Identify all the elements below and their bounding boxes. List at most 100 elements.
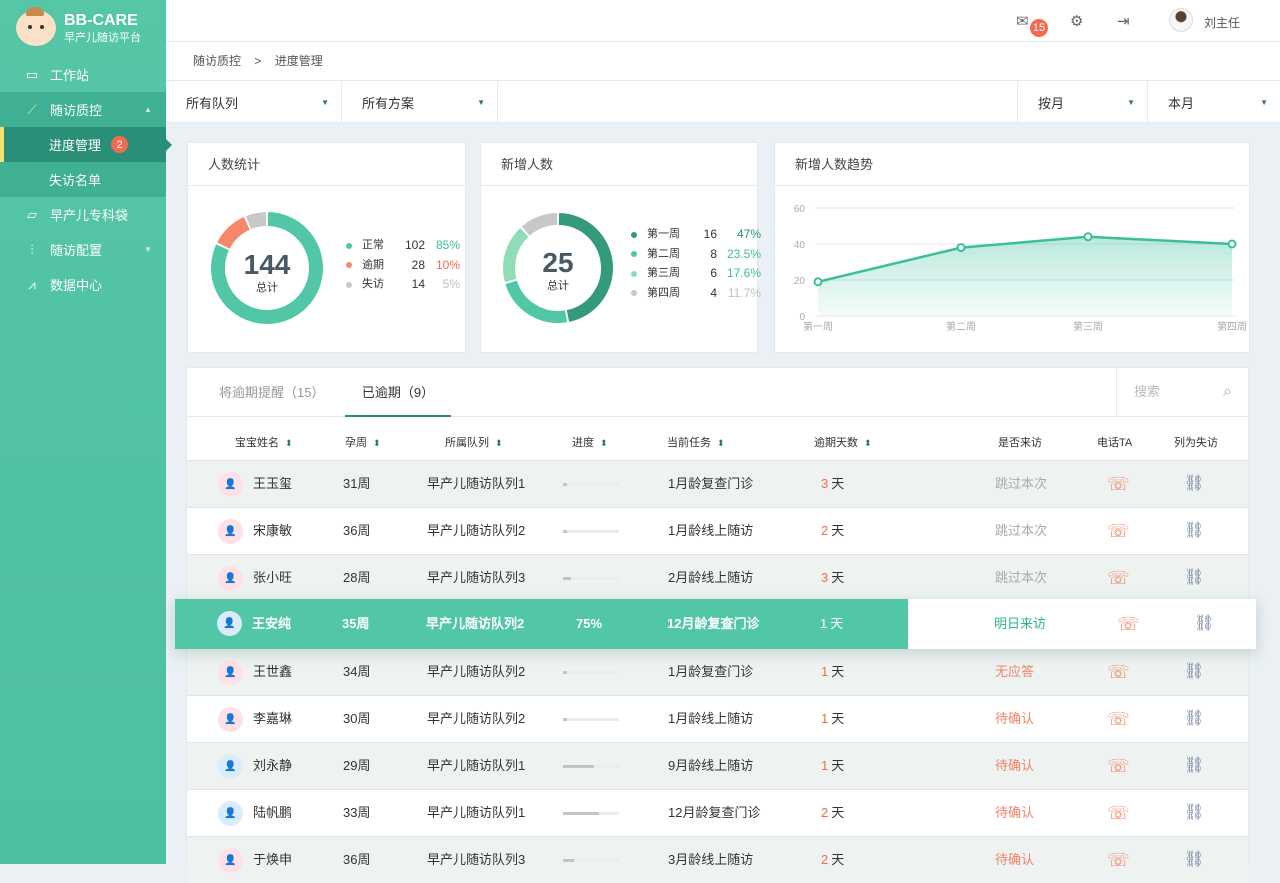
column-header-label: 宝宝姓名 — [235, 437, 279, 449]
visit-status[interactable]: 待确认 — [995, 743, 1034, 789]
sort-icon[interactable]: ⬍ — [495, 438, 503, 448]
search-icon[interactable]: ⌕ — [1223, 368, 1232, 416]
sidebar-item-preterm-bag[interactable]: ▱ 早产儿专科袋 — [0, 197, 166, 232]
breadcrumb-parent[interactable]: 随访质控 — [193, 54, 241, 68]
sidebar-item-data-center[interactable]: ⩘ 数据中心 — [0, 267, 166, 302]
y-tick-label: 40 — [794, 240, 806, 251]
table-row[interactable]: 👤 陆帆鹏 33周 早产儿随访队列1 12月龄复查门诊 2 天 待确认 ☏ ⛓ — [187, 789, 1248, 836]
data-point[interactable] — [956, 243, 966, 253]
phone-icon[interactable]: ☏ — [1107, 696, 1130, 742]
unlink-icon[interactable]: ⛓ — [1194, 599, 1214, 649]
legend-label: 第三周 — [647, 267, 680, 279]
data-point[interactable] — [1083, 232, 1093, 242]
table-row[interactable]: 👤 张小旺 28周 早产儿随访队列3 2月龄线上随访 3 天 跳过本次 ☏ ⛓ — [187, 554, 1248, 601]
phone-icon[interactable]: ☏ — [1107, 790, 1130, 836]
visit-status[interactable]: 待确认 — [995, 696, 1034, 742]
current-task: 9月龄线上随访 — [668, 758, 754, 773]
column-header-week[interactable]: 孕周 ⬍ — [345, 434, 381, 450]
range-select[interactable]: 本月 ▼ — [1148, 81, 1280, 123]
search-input[interactable]: 搜索 ⌕ — [1116, 368, 1248, 416]
table-row[interactable]: 👤 宋康敏 36周 早产儿随访队列2 1月龄线上随访 2 天 跳过本次 ☏ ⛓ — [187, 507, 1248, 554]
visit-status[interactable]: 明日来访 — [994, 599, 1046, 649]
queue-name: 早产儿随访队列1 — [427, 805, 526, 820]
legend-label: 失访 — [362, 278, 384, 290]
table-row[interactable]: 👤 于焕申 36周 早产儿随访队列3 3月龄线上随访 2 天 待确认 ☏ ⛓ — [187, 836, 1248, 883]
visit-status[interactable]: 无应答 — [995, 649, 1034, 695]
unlink-icon[interactable]: ⛓ — [1184, 790, 1204, 836]
unlink-icon[interactable]: ⛓ — [1184, 508, 1204, 554]
baby-name[interactable]: 张小旺 — [253, 555, 292, 601]
phone-icon[interactable]: ☏ — [1107, 837, 1130, 883]
progress-fill — [563, 765, 594, 768]
logout-icon[interactable]: ⇥ — [1117, 12, 1130, 30]
y-tick-label: 20 — [794, 276, 806, 287]
visit-status[interactable]: 跳过本次 — [995, 555, 1047, 601]
avatar[interactable] — [1169, 8, 1193, 32]
baby-name[interactable]: 陆帆鹏 — [253, 790, 292, 836]
user-name[interactable]: 刘主任 — [1204, 14, 1240, 31]
phone-icon[interactable]: ☏ — [1107, 508, 1130, 554]
baby-name[interactable]: 李嘉琳 — [253, 696, 292, 742]
table-row[interactable]: 👤 王世鑫 34周 早产儿随访队列2 1月龄复查门诊 1 天 无应答 ☏ ⛓ — [187, 648, 1248, 695]
visit-status[interactable]: 待确认 — [995, 790, 1034, 836]
sort-icon[interactable]: ⬍ — [600, 438, 608, 448]
plan-select[interactable]: 所有方案 ▼ — [342, 81, 498, 123]
phone-icon[interactable]: ☏ — [1107, 461, 1130, 507]
column-header-visit: 是否来访 — [998, 434, 1042, 450]
baby-name[interactable]: 王玉玺 — [253, 461, 292, 507]
table-row[interactable]: 👤 李嘉琳 30周 早产儿随访队列2 1月龄线上随访 1 天 待确认 ☏ ⛓ — [187, 695, 1248, 742]
unlink-icon[interactable]: ⛓ — [1184, 743, 1204, 789]
sidebar-subitem-lost-list[interactable]: 失访名单 — [0, 162, 166, 197]
queue-select[interactable]: 所有队列 ▼ — [166, 81, 342, 123]
unlink-icon[interactable]: ⛓ — [1184, 649, 1204, 695]
column-header-task[interactable]: 当前任务 ⬍ — [667, 434, 725, 450]
phone-icon[interactable]: ☏ — [1107, 555, 1130, 601]
sidebar-item-workstation[interactable]: ▭ 工作站 — [0, 57, 166, 92]
legend-percent: 11.7% — [727, 285, 761, 300]
phone-icon[interactable]: ☏ — [1117, 599, 1140, 649]
baby-name[interactable]: 王世鑫 — [253, 649, 292, 695]
table-row-highlighted[interactable]: 👤 王安纯 35周 早产儿随访队列2 75% 12月龄复查门诊 1 天 明日来访 ☏ ⛓ — [175, 599, 1256, 649]
sidebar-item-followup-qc[interactable]: ⟋ 随访质控 ▲ — [0, 92, 166, 127]
tab-upcoming[interactable]: 将逾期提醒（15） — [219, 368, 324, 417]
sort-icon[interactable]: ⬍ — [717, 438, 725, 448]
unlink-icon[interactable]: ⛓ — [1184, 696, 1204, 742]
column-header-progress[interactable]: 进度 ⬍ — [572, 434, 608, 450]
current-task: 12月龄复查门诊 — [668, 805, 761, 820]
unlink-icon[interactable]: ⛓ — [1184, 837, 1204, 883]
column-header-name[interactable]: 宝宝姓名 ⬍ — [235, 434, 293, 450]
phone-icon[interactable]: ☏ — [1107, 743, 1130, 789]
visit-status[interactable]: 待确认 — [995, 837, 1034, 883]
baby-name[interactable]: 宋康敏 — [253, 508, 292, 554]
unlink-icon[interactable]: ⛓ — [1184, 555, 1204, 601]
visit-status[interactable]: 跳过本次 — [995, 461, 1047, 507]
sidebar-item-config[interactable]: ⫶ 随访配置 ▼ — [0, 232, 166, 267]
sort-icon[interactable]: ⬍ — [864, 438, 872, 448]
table-row[interactable]: 👤 王玉玺 31周 早产儿随访队列1 1月龄复查门诊 3 天 跳过本次 ☏ ⛓ — [187, 460, 1248, 507]
select-value: 所有队列 — [186, 95, 239, 111]
sort-icon[interactable]: ⬍ — [373, 438, 381, 448]
baby-name[interactable]: 刘永静 — [253, 743, 292, 789]
legend-label: 逾期 — [362, 258, 384, 271]
card-title: 新增人数趋势 — [775, 143, 1249, 186]
column-header-days[interactable]: 逾期天数 ⬍ — [814, 434, 872, 450]
table-row[interactable]: 👤 刘永静 29周 早产儿随访队列1 9月龄线上随访 1 天 待确认 ☏ ⛓ — [187, 742, 1248, 789]
baby-name[interactable]: 于焕申 — [253, 837, 292, 883]
trend-area — [818, 236, 1232, 316]
unlink-icon[interactable]: ⛓ — [1184, 461, 1204, 507]
x-tick-label: 第二周 — [946, 320, 976, 333]
gear-icon[interactable]: ⚙ — [1070, 12, 1083, 30]
sort-icon[interactable]: ⬍ — [285, 438, 293, 448]
caret-up-icon: ▲ — [144, 105, 152, 114]
sidebar-subitem-progress[interactable]: 进度管理 2 — [0, 127, 166, 162]
data-point[interactable] — [1227, 239, 1237, 249]
mail-icon[interactable]: ✉ — [1016, 12, 1029, 30]
period-select[interactable]: 按月 ▼ — [1018, 81, 1148, 123]
tab-overdue[interactable]: 已逾期（9） — [345, 368, 451, 417]
phone-icon[interactable]: ☏ — [1107, 649, 1130, 695]
baby-name[interactable]: 王安纯 — [252, 599, 291, 649]
data-point[interactable] — [813, 277, 823, 287]
visit-status[interactable]: 跳过本次 — [995, 508, 1047, 554]
column-header-queue[interactable]: 所属队列 ⬍ — [445, 434, 503, 450]
legend-dot — [346, 281, 352, 288]
